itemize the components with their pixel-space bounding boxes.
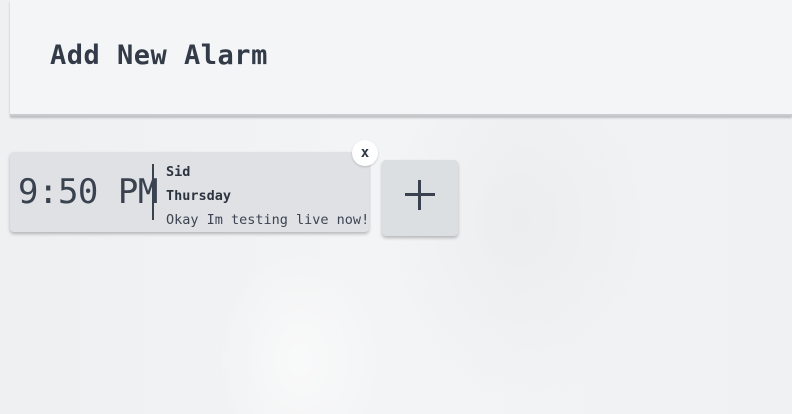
alarm-time: 9:50 PM <box>18 172 158 212</box>
alarm-message: Okay Im testing live now! <box>166 212 370 228</box>
delete-alarm-button[interactable]: x <box>352 140 378 166</box>
add-alarm-button[interactable] <box>382 160 458 236</box>
alarm-card[interactable]: 9:50 PM Sid Thursday Okay Im testing liv… <box>10 152 369 232</box>
alarm-details: Sid Thursday Okay Im testing live now! <box>166 160 370 232</box>
plus-icon-vertical <box>418 180 421 210</box>
alarm-day: Thursday <box>166 188 232 204</box>
add-alarm-header[interactable]: Add New Alarm <box>10 0 792 116</box>
page-title: Add New Alarm <box>50 40 268 71</box>
alarm-divider <box>152 164 154 220</box>
alarm-name: Sid <box>166 164 191 180</box>
